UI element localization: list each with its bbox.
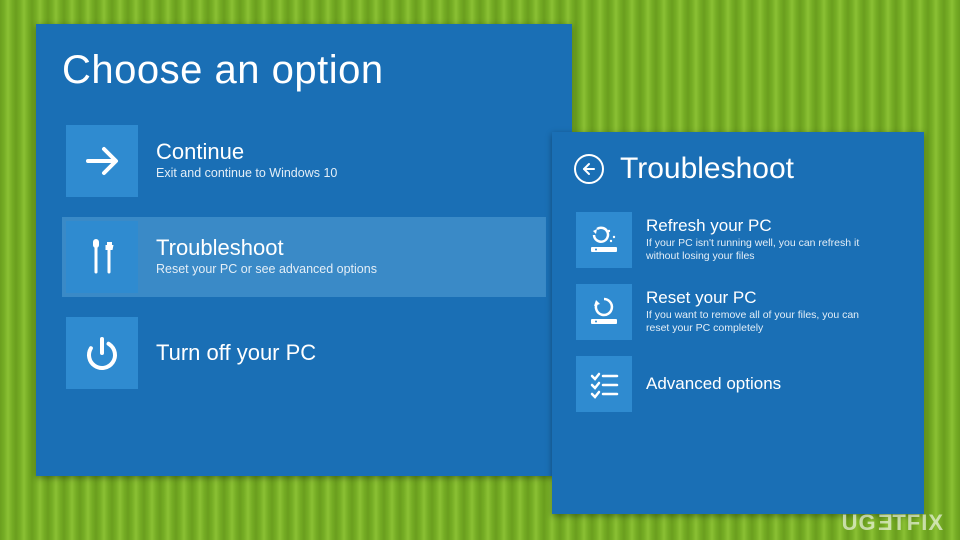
watermark: UGETFIX: [842, 510, 944, 536]
option-reset-pc[interactable]: Reset your PC If you want to remove all …: [574, 282, 902, 342]
option-title: Troubleshoot: [156, 236, 377, 260]
sub-header: Troubleshoot: [574, 152, 902, 186]
option-refresh-pc[interactable]: Refresh your PC If your PC isn't running…: [574, 210, 902, 270]
choose-option-panel: Choose an option Continue Exit and conti…: [36, 24, 572, 476]
option-text: Troubleshoot Reset your PC or see advanc…: [156, 236, 377, 278]
option-advanced[interactable]: Advanced options: [574, 354, 902, 414]
power-icon: [66, 317, 138, 389]
option-text: Reset your PC If you want to remove all …: [646, 289, 866, 336]
option-desc: If your PC isn't running well, you can r…: [646, 237, 866, 263]
page-title: Choose an option: [62, 48, 546, 93]
option-title: Turn off your PC: [156, 341, 316, 365]
option-text: Refresh your PC If your PC isn't running…: [646, 217, 866, 264]
reset-pc-icon: [576, 284, 632, 340]
option-power-off[interactable]: Turn off your PC: [62, 313, 546, 393]
option-continue[interactable]: Continue Exit and continue to Windows 10: [62, 121, 546, 201]
option-title: Reset your PC: [646, 289, 866, 308]
sub-title: Troubleshoot: [620, 152, 794, 186]
option-desc: If you want to remove all of your files,…: [646, 309, 866, 335]
option-troubleshoot[interactable]: Troubleshoot Reset your PC or see advanc…: [62, 217, 546, 297]
option-desc: Reset your PC or see advanced options: [156, 262, 377, 278]
back-button[interactable]: [574, 154, 604, 184]
option-text: Turn off your PC: [156, 341, 316, 365]
tools-icon: [66, 221, 138, 293]
option-text: Continue Exit and continue to Windows 10: [156, 140, 337, 182]
option-text: Advanced options: [646, 375, 781, 394]
option-title: Refresh your PC: [646, 217, 866, 236]
advanced-icon: [576, 356, 632, 412]
refresh-pc-icon: [576, 212, 632, 268]
option-title: Advanced options: [646, 375, 781, 394]
option-desc: Exit and continue to Windows 10: [156, 166, 337, 182]
option-title: Continue: [156, 140, 337, 164]
arrow-right-icon: [66, 125, 138, 197]
arrow-left-icon: [581, 161, 597, 177]
troubleshoot-panel: Troubleshoot Refresh your PC If your PC …: [552, 132, 924, 514]
